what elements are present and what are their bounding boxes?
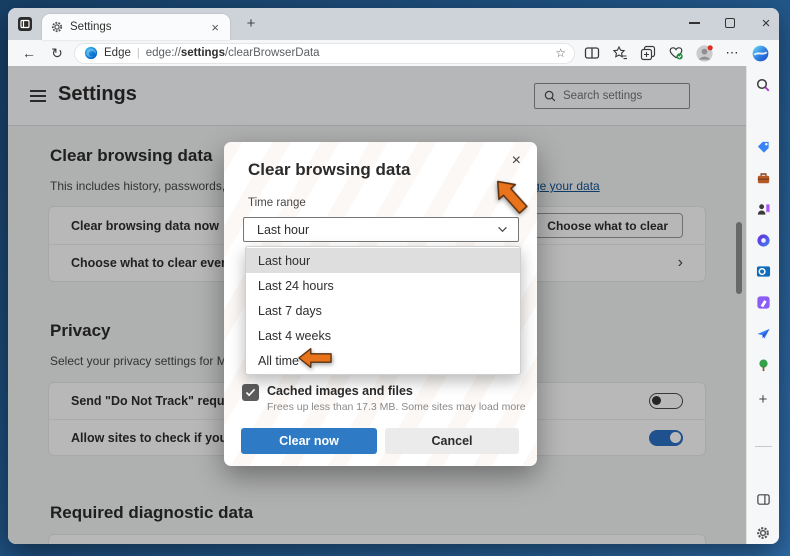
- new-tab-button[interactable]: +: [240, 16, 262, 33]
- sidebar-settings-gear-icon[interactable]: [754, 524, 772, 542]
- option-last-hour[interactable]: Last hour: [246, 248, 520, 273]
- cached-images-label: Cached images and files: [267, 384, 413, 398]
- copilot-icon[interactable]: [749, 42, 771, 64]
- browser-essentials-icon[interactable]: [665, 42, 687, 64]
- desktop: Settings × + × ← ↻ Edge | edge://setting…: [0, 0, 790, 556]
- profile-avatar[interactable]: [693, 42, 715, 64]
- sidebar-search-icon[interactable]: [754, 76, 772, 94]
- sidebar-tools-icon[interactable]: [754, 169, 772, 187]
- split-screen-icon[interactable]: [581, 42, 603, 64]
- chevron-down-icon: [497, 226, 508, 233]
- sidebar-add-icon[interactable]: +: [754, 390, 772, 408]
- dialog-title: Clear browsing data: [248, 160, 410, 180]
- sidebar-games-icon[interactable]: [754, 200, 772, 218]
- dialog-close-icon[interactable]: ×: [508, 150, 525, 172]
- sidebar-shopping-icon[interactable]: [754, 138, 772, 156]
- address-bar[interactable]: Edge | edge://settings/clearBrowserData …: [74, 43, 575, 64]
- tab-title: Settings: [70, 21, 202, 33]
- time-range-dropdown: Last hour Last 24 hours Last 7 days Last…: [245, 246, 521, 375]
- time-range-label: Time range: [248, 197, 306, 209]
- clear-now-button[interactable]: Clear now: [241, 428, 377, 454]
- edge-logo-icon: [84, 46, 98, 60]
- edge-sidebar: +: [746, 66, 779, 544]
- time-range-select[interactable]: Last hour: [243, 217, 519, 242]
- cached-images-checkbox[interactable]: [242, 384, 259, 401]
- title-bar: Settings × + ×: [8, 8, 779, 40]
- sidebar-designer-icon[interactable]: [754, 293, 772, 311]
- back-button[interactable]: ←: [18, 45, 40, 61]
- cancel-button[interactable]: Cancel: [385, 428, 519, 454]
- tab-actions-menu-icon[interactable]: [17, 16, 33, 32]
- option-last-4-weeks[interactable]: Last 4 weeks: [246, 323, 520, 348]
- window-minimize-button[interactable]: [679, 8, 709, 38]
- option-last-7-days[interactable]: Last 7 days: [246, 298, 520, 323]
- settings-more-icon[interactable]: ⋯: [721, 42, 743, 64]
- option-all-time[interactable]: All time: [246, 348, 520, 373]
- option-last-24-hours[interactable]: Last 24 hours: [246, 273, 520, 298]
- sidebar-drop-icon[interactable]: [754, 324, 772, 342]
- favorite-star-icon[interactable]: ☆: [555, 46, 566, 60]
- annotation-arrow-all-time: [293, 347, 337, 369]
- address-badge-label: Edge: [104, 47, 131, 59]
- sidebar-divider: [755, 446, 772, 447]
- tab-settings[interactable]: Settings ×: [42, 14, 230, 40]
- sidebar-tree-icon[interactable]: [754, 356, 772, 374]
- cached-images-sublabel: Frees up less than 17.3 MB. Some sites m…: [267, 401, 526, 413]
- time-range-selected-value: Last hour: [257, 223, 497, 237]
- url-text: edge://settings/clearBrowserData: [146, 47, 550, 59]
- tab-favicon-gear-icon: [50, 20, 64, 34]
- sidebar-outlook-icon[interactable]: [754, 262, 772, 280]
- tab-close-icon[interactable]: ×: [208, 21, 222, 34]
- address-separator: |: [137, 47, 140, 59]
- sidebar-copilot-icon[interactable]: [754, 231, 772, 249]
- refresh-button[interactable]: ↻: [46, 45, 68, 62]
- collections-icon[interactable]: [637, 42, 659, 64]
- sidebar-panel-icon[interactable]: [754, 490, 772, 508]
- window-close-button[interactable]: ×: [751, 8, 779, 38]
- browser-toolbar: ← ↻ Edge | edge://settings/clearBrowserD…: [8, 40, 779, 66]
- window-maximize-button[interactable]: [715, 8, 745, 38]
- favorites-icon[interactable]: [609, 42, 631, 64]
